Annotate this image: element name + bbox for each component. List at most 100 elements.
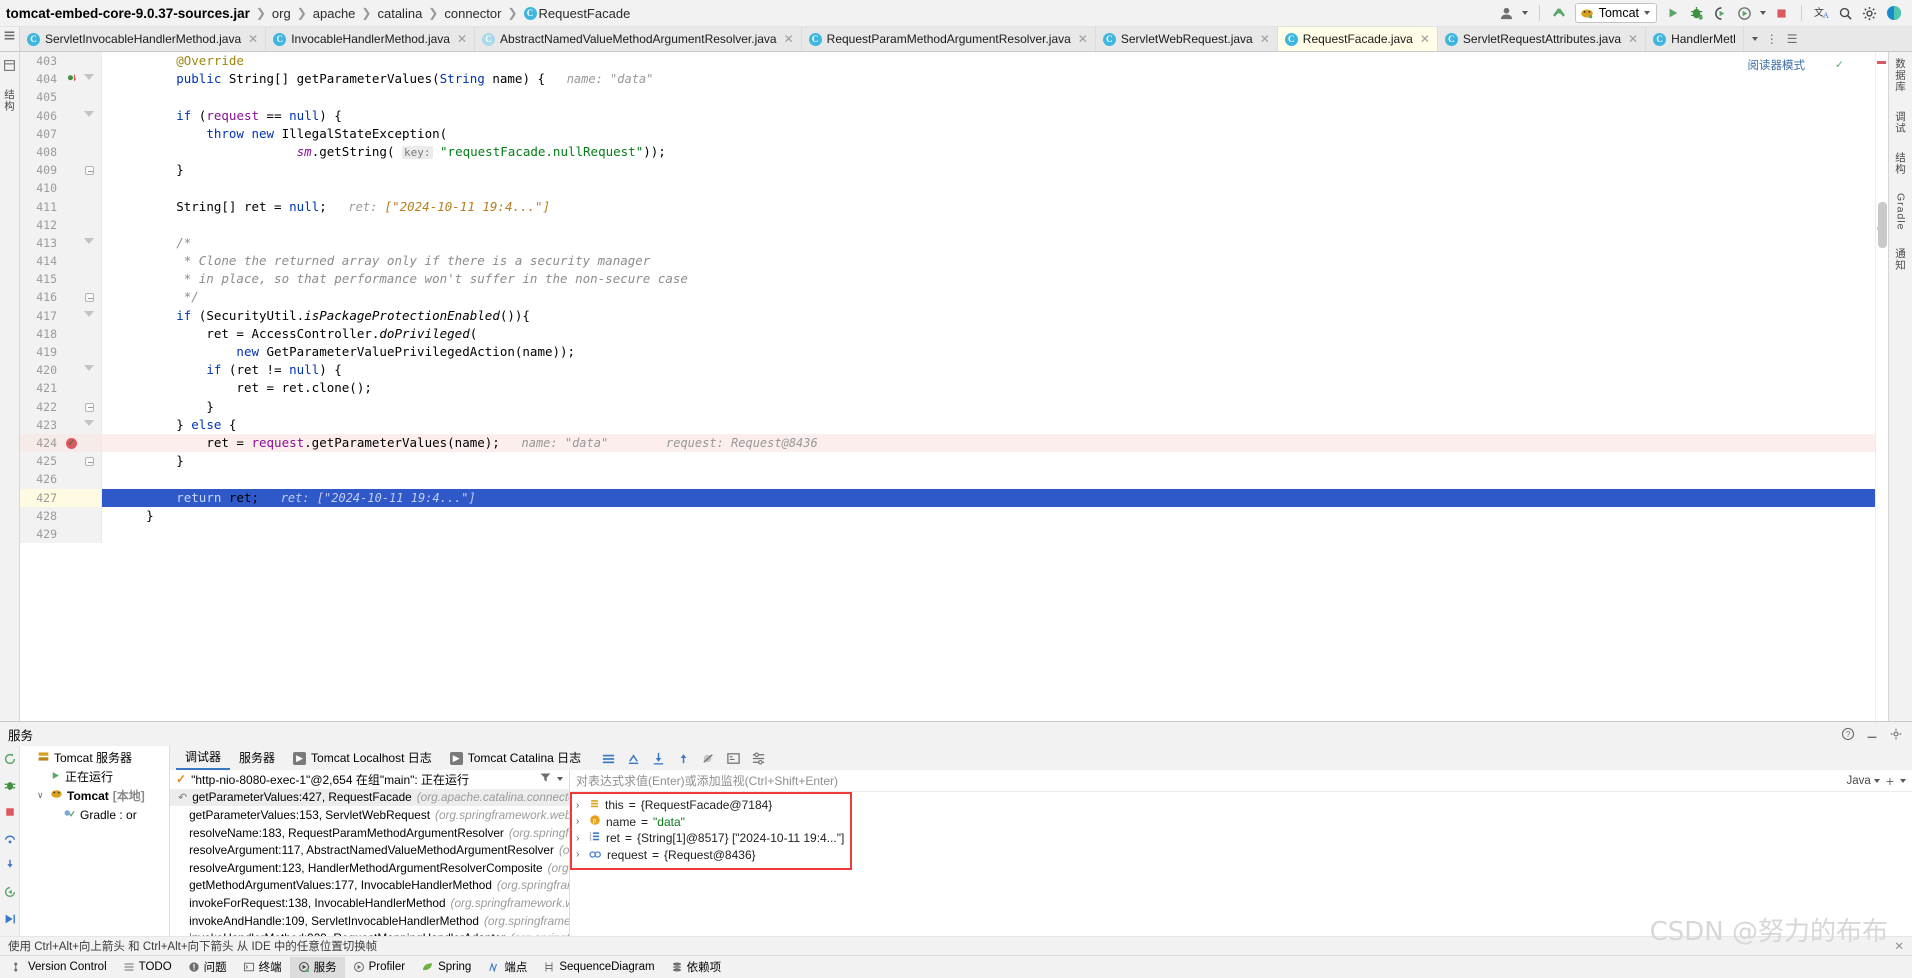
variable-expand-icon[interactable]: › [576, 849, 584, 860]
code-line[interactable]: 413 /* [20, 233, 1875, 253]
tab-requestparammethodargumentresolver[interactable]: C RequestParamMethodArgumentResolver.jav… [801, 27, 1096, 51]
editor-scrollbar-thumb[interactable] [1878, 202, 1887, 248]
stack-frame-list[interactable]: ↶ getParameterValues:427, RequestFacade (o… [170, 788, 569, 936]
stop-icon[interactable] [2, 806, 17, 818]
fold-gutter[interactable] [80, 70, 102, 89]
close-icon[interactable]: ✕ [1078, 32, 1088, 46]
code-editor[interactable]: 阅读器模式 ✓ 403 @Override 404 public String[]… [20, 52, 1875, 721]
translate-icon[interactable]: 文A [1813, 5, 1830, 22]
code-line-text[interactable]: /* [102, 234, 1875, 252]
code-line-text[interactable]: ret = ret.clone(); [102, 379, 1875, 397]
updates-arrow-icon[interactable] [1551, 5, 1568, 22]
variable-row[interactable]: › p name = "data" [576, 814, 844, 831]
code-line-text[interactable]: } [102, 161, 1875, 179]
fold-gutter[interactable] [80, 288, 102, 307]
code-line[interactable]: 404 public String[] getParameterValues(S… [20, 70, 1875, 89]
left-rail-label-structure[interactable]: 结构 [2, 89, 17, 112]
fold-gutter[interactable] [80, 306, 102, 325]
code-line[interactable]: 419 new GetParameterValuePrivilegedActio… [20, 343, 1875, 362]
debug-rerun-icon[interactable] [2, 779, 17, 793]
settings-icon[interactable] [1888, 726, 1904, 742]
services-tree[interactable]: Tomcat 服务器 正在运行 ∨ Tomcat [本地] Gradle : or [20, 746, 170, 936]
user-icon[interactable] [1498, 5, 1515, 22]
code-line[interactable]: 418 ret = AccessController.doPrivileged( [20, 324, 1875, 343]
fold-collapse-icon[interactable] [84, 110, 94, 117]
variable-expand-icon[interactable]: › [576, 816, 584, 827]
fold-collapse-icon[interactable] [84, 310, 94, 317]
fold-collapse-icon[interactable] [84, 419, 94, 426]
breadcrumb-item-connector[interactable]: connector [444, 6, 501, 21]
tab-tomcat-catalina-log[interactable]: ▶ Tomcat Catalina 日志 [441, 746, 590, 770]
profiler-icon[interactable] [1736, 5, 1753, 22]
stack-frame-row[interactable]: resolveArgument:117, AbstractNamedValueM… [170, 841, 569, 859]
services-tree-node[interactable]: 正在运行 [20, 767, 169, 786]
code-line-text[interactable]: * Clone the returned array only if there… [102, 252, 1875, 270]
close-icon[interactable]: ✕ [248, 32, 258, 46]
rerun-icon[interactable] [2, 752, 17, 766]
breadcrumb-jar[interactable]: tomcat-embed-core-9.0.37-sources.jar [6, 6, 250, 21]
variable-expand-icon[interactable]: › [576, 833, 584, 844]
tab-servletinvocablehandlermethod[interactable]: C ServletInvocableHandlerMethod.java ✕ [20, 27, 267, 51]
fold-end-icon[interactable] [85, 293, 94, 303]
code-line-text[interactable]: } else { [102, 416, 1875, 434]
debugger-settings-icon[interactable] [750, 750, 766, 766]
more-options-icon[interactable]: ⋮ [1766, 32, 1779, 46]
tab-invocablehandlermethod[interactable]: C InvocableHandlerMethod.java ✕ [266, 27, 476, 51]
status-item-sequence-diagram[interactable]: SequenceDiagram [535, 957, 662, 978]
error-stripe-mark[interactable] [1877, 61, 1886, 64]
code-line-text[interactable]: } [102, 398, 1875, 416]
chevron-down-icon[interactable] [1760, 11, 1766, 15]
right-rail-label-structure[interactable]: 结构 [1893, 152, 1908, 175]
step-into-icon[interactable] [650, 750, 666, 766]
search-icon[interactable] [1837, 5, 1854, 22]
step-over-icon[interactable] [2, 831, 17, 845]
code-line[interactable]: 403 @Override [20, 52, 1875, 71]
code-line-text[interactable]: * in place, so that performance won't su… [102, 270, 1875, 288]
fold-gutter[interactable] [80, 106, 102, 125]
watch-input[interactable]: 对表达式求值(Enter)或添加监视(Ctrl+Shift+Enter) [576, 772, 1841, 789]
right-rail-label-gradle[interactable]: Gradle [1895, 193, 1907, 231]
step-up-icon[interactable] [675, 750, 691, 766]
breadcrumb-item-catalina[interactable]: catalina [377, 6, 422, 21]
code-line-text[interactable] [102, 179, 1875, 197]
code-line[interactable]: 411 String[] ret = null; ret: ["2024-10-… [20, 197, 1875, 216]
stack-frame-row[interactable]: getMethodArgumentValues:177, InvocableHa… [170, 877, 569, 895]
close-icon[interactable]: ✕ [784, 32, 794, 46]
stacked-tabs-icon[interactable]: ☰ [1787, 32, 1798, 46]
stack-frame-row[interactable]: resolveArgument:123, HandlerMethodArgume… [170, 859, 569, 877]
status-item-version-control[interactable]: Version Control [4, 957, 115, 978]
fold-collapse-icon[interactable] [84, 74, 94, 81]
code-line-text[interactable]: public String[] getParameterValues(Strin… [102, 70, 1875, 88]
code-line-text[interactable] [102, 216, 1875, 234]
variable-row[interactable]: › 1 2 3 ret = {String[1]@8517} ["2024-10-11 19… [576, 830, 844, 847]
layout-icon[interactable] [600, 750, 616, 766]
stack-frame-row[interactable]: getParameterValues:153, ServletWebReques… [170, 806, 569, 824]
code-line[interactable]: 415 * in place, so that performance won'… [20, 270, 1875, 289]
chevron-down-icon[interactable] [1644, 11, 1650, 15]
code-line-text[interactable] [102, 470, 1875, 488]
status-item-services[interactable]: 服务 [289, 956, 345, 978]
close-icon[interactable]: ✕ [457, 32, 467, 46]
tab-abstractnamedvaluemethodargumentresolver[interactable]: C AbstractNamedValueMethodArgumentResolv… [475, 27, 802, 51]
run-icon[interactable] [1664, 5, 1681, 22]
run-coverage-icon[interactable] [1712, 5, 1729, 22]
fold-gutter[interactable] [80, 452, 102, 471]
code-line-text[interactable]: */ [102, 288, 1875, 306]
status-item-terminal[interactable]: 终端 [235, 957, 290, 978]
run-configuration-selector[interactable]: Tomcat [1574, 3, 1657, 23]
code-line-text[interactable]: new GetParameterValuePrivilegedAction(na… [102, 343, 1875, 361]
status-item-problems[interactable]: 问题 [180, 957, 235, 978]
evaluate-icon[interactable] [725, 750, 741, 766]
code-line[interactable]: 420 if (ret != null) { [20, 361, 1875, 380]
close-icon[interactable]: ✕ [1420, 32, 1430, 46]
code-line[interactable]: 421 ret = ret.clone(); [20, 379, 1875, 398]
fold-gutter[interactable] [80, 233, 102, 253]
editor-analysis-gutter[interactable] [1875, 52, 1888, 721]
thread-selector[interactable]: ✓ "http-nio-8080-exec-1"@2,654 在组"main":… [170, 770, 569, 789]
help-icon[interactable]: ? [1840, 726, 1856, 742]
code-line[interactable]: 412 [20, 215, 1875, 234]
fold-gutter[interactable] [80, 161, 102, 180]
close-icon[interactable]: ✕ [1894, 939, 1904, 953]
code-line[interactable]: 417 if (SecurityUtil.isPackageProtection… [20, 306, 1875, 325]
fold-collapse-icon[interactable] [84, 237, 94, 244]
